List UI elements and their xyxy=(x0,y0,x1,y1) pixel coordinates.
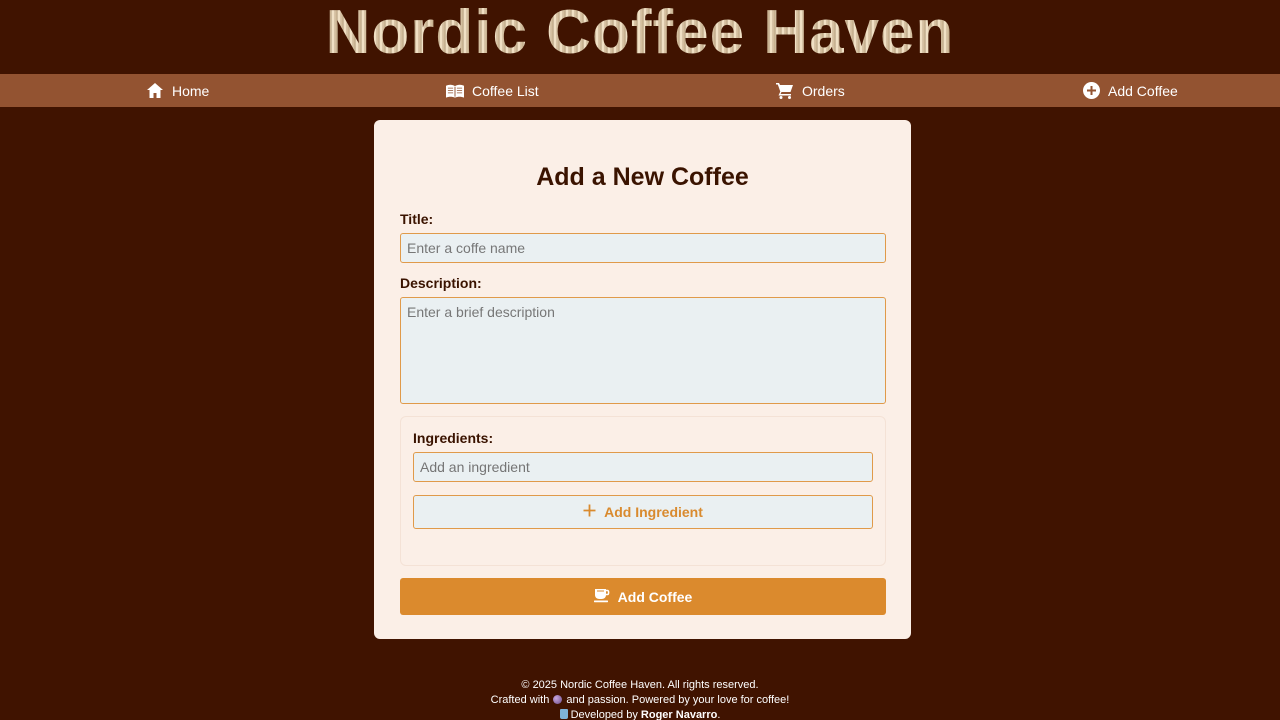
add-coffee-form-card: Add a New Coffee Title: Description: Ing… xyxy=(374,120,911,639)
add-ingredient-label: Add Ingredient xyxy=(604,504,703,520)
description-label: Description: xyxy=(400,275,482,291)
coffee-bean-icon xyxy=(553,695,563,704)
site-header: Nordic Coffee Haven xyxy=(0,0,1280,74)
submit-label: Add Coffee xyxy=(617,588,693,605)
nav-item-add-coffee[interactable]: Add Coffee xyxy=(1082,74,1178,107)
nav-item-home[interactable]: Home xyxy=(146,74,209,107)
copyright-text: © 2025 Nordic Coffee Haven. All rights r… xyxy=(521,679,759,691)
ingredients-label: Ingredients: xyxy=(413,430,494,446)
book-icon xyxy=(446,82,464,100)
site-title: Nordic Coffee Haven xyxy=(325,0,955,67)
home-icon xyxy=(146,82,164,100)
plus-circle-icon xyxy=(1082,82,1100,100)
title-label: Title: xyxy=(400,211,434,227)
nav-item-orders[interactable]: Orders xyxy=(776,74,845,107)
ingredient-input[interactable] xyxy=(413,452,873,482)
add-ingredient-button[interactable]: Add Ingredient xyxy=(413,495,873,529)
developer-name: Roger Navarro xyxy=(640,709,718,720)
main-navbar: Home Coffee List Orders Add Coffee xyxy=(0,74,1280,107)
crafted-suffix: and passion. Powered by your love for co… xyxy=(566,694,790,706)
cup-icon xyxy=(559,709,568,719)
ingredients-section: Ingredients: Add Ingredient xyxy=(400,416,886,566)
cart-icon xyxy=(776,82,794,100)
crafted-prefix: Crafted with xyxy=(490,694,550,706)
coffee-cup-icon xyxy=(593,588,610,606)
add-coffee-submit-button[interactable]: Add Coffee xyxy=(400,578,886,615)
developed-suffix: . xyxy=(717,709,721,720)
nav-item-label: Orders xyxy=(802,82,845,99)
developed-prefix: Developed by xyxy=(570,709,638,720)
description-textarea[interactable] xyxy=(400,297,886,404)
nav-item-coffee-list[interactable]: Coffee List xyxy=(446,74,539,107)
site-footer: © 2025 Nordic Coffee Haven. All rights r… xyxy=(0,678,1280,720)
developer-line: Developed by Roger Navarro. xyxy=(0,708,1280,720)
nav-item-label: Add Coffee xyxy=(1108,82,1178,99)
title-input[interactable] xyxy=(400,233,886,263)
nav-item-label: Home xyxy=(172,82,210,99)
crafted-line: Crafted with and passion. Powered by your… xyxy=(0,693,1280,708)
plus-icon xyxy=(583,504,596,520)
form-title: Add a New Coffee xyxy=(536,163,749,191)
nav-item-label: Coffee List xyxy=(472,82,539,99)
